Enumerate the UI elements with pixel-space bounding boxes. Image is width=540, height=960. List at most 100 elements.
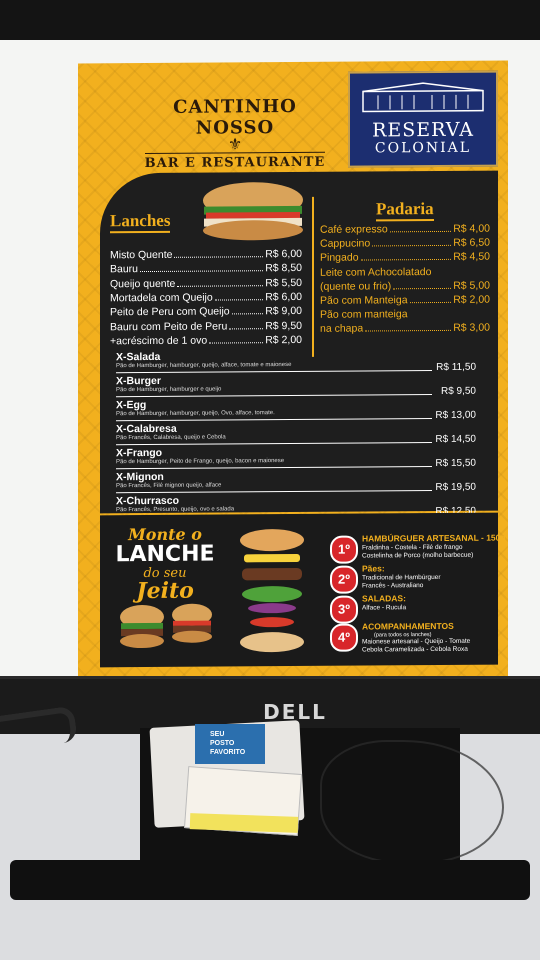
monte-line-2: LANCHE bbox=[115, 541, 215, 568]
x-item-price: R$ 13,00 bbox=[435, 409, 476, 422]
item-price: R$ 2,00 bbox=[265, 333, 302, 346]
leader-dots bbox=[229, 319, 264, 329]
lanche-row: Bauru R$ 8,50 bbox=[110, 262, 302, 275]
x-item-price: R$ 19,50 bbox=[435, 481, 476, 494]
burgers-image bbox=[120, 603, 212, 649]
item-price: R$ 6,50 bbox=[453, 236, 490, 250]
monte-lanche-heading: Monte o LANCHE do seu Jeito bbox=[110, 525, 220, 604]
lanche-row: Misto Quente R$ 6,00 bbox=[110, 248, 302, 261]
item-price: R$ 3,00 bbox=[453, 322, 490, 335]
item-name: Cappucino bbox=[320, 237, 371, 250]
step-number-badge: 1º bbox=[330, 535, 358, 564]
step-desc-1: Alface - Rucula bbox=[362, 604, 407, 612]
lanche-row: Queijo quente R$ 5,50 bbox=[110, 277, 302, 290]
item-price: R$ 5,00 bbox=[453, 279, 490, 292]
padaria-row: Pão com manteiga bbox=[320, 308, 490, 321]
leader-dots bbox=[360, 251, 452, 261]
x-item-desc: Pão de Hamburger, Peito de Frango, queij… bbox=[116, 458, 285, 466]
item-name: Leite com Achocolatado bbox=[320, 265, 432, 279]
x-item-price: R$ 14,50 bbox=[435, 433, 476, 446]
item-name: Mortadela com Queijo bbox=[110, 291, 213, 305]
x-item-desc: Pão Francês, Presunto, queijo, ovo e sal… bbox=[116, 506, 235, 514]
x-item-desc: Pão de Hamburger, hamburger, queijo, alf… bbox=[116, 362, 292, 370]
leader-dots bbox=[140, 262, 264, 273]
leader-dots bbox=[209, 334, 264, 344]
padaria-row: na chapa R$ 3,00 bbox=[320, 322, 490, 335]
item-price: R$ 2,00 bbox=[453, 293, 490, 306]
x-item-row: X-Salada Pão de Hamburger, hamburger, que… bbox=[116, 349, 476, 376]
leader-dots bbox=[393, 279, 452, 290]
item-price: R$ 4,00 bbox=[453, 222, 490, 235]
item-price: R$ 9,50 bbox=[265, 319, 302, 332]
x-item-row: X-Calabresa Pão Francês, Calabresa, queij… bbox=[116, 421, 476, 448]
step-title: Pães: bbox=[362, 563, 385, 574]
x-item-row: X-Frango Pão de Hamburger, Peito de Frang… bbox=[116, 445, 476, 472]
item-price: R$ 5,50 bbox=[265, 276, 302, 289]
item-name: Pingado bbox=[320, 251, 359, 265]
step-title: ACOMPANHAMENTOS bbox=[362, 620, 454, 632]
step-desc-1: Tradicional de Hambúrguer bbox=[362, 573, 441, 582]
item-name: Bauru com Peito de Peru bbox=[110, 319, 228, 333]
item-price: R$ 4,50 bbox=[453, 251, 490, 264]
lanche-row: +acréscimo de 1 ovo R$ 2,00 bbox=[110, 334, 302, 347]
item-name: na chapa bbox=[320, 322, 364, 336]
x-item-row: X-Burger Pão de Hamburger, hamburger e qu… bbox=[116, 373, 476, 400]
x-item-row: X-Mignon Pão Francês, Filé mignon queijo,… bbox=[116, 469, 476, 496]
x-item-price: R$ 11,50 bbox=[436, 361, 476, 374]
padaria-row: Café expresso R$ 4,00 bbox=[320, 223, 490, 236]
item-name: Queijo quente bbox=[110, 277, 176, 290]
step-title: SALADAS: bbox=[362, 593, 406, 604]
monitor-top-bezel bbox=[0, 0, 540, 40]
brand-subtitle: BAR E RESTAURANTE bbox=[144, 151, 326, 172]
padaria-row: Cappucino R$ 6,50 bbox=[320, 237, 490, 250]
x-item-row: X-Egg Pão de Hamburger, hamburger, queijo… bbox=[116, 397, 476, 424]
monitor-stand-base bbox=[10, 860, 530, 900]
leader-dots bbox=[372, 237, 452, 247]
item-name: Pão com manteiga bbox=[320, 308, 408, 321]
item-name: Misto Quente bbox=[110, 248, 173, 262]
box-label: SEU POSTO FAVORITO bbox=[210, 730, 270, 757]
leader-dots bbox=[231, 305, 264, 315]
padaria-row: Pingado R$ 4,50 bbox=[320, 251, 490, 264]
step-number-badge: 4º bbox=[330, 623, 358, 652]
brand-title: CANTINHO NOSSO bbox=[173, 95, 297, 139]
photo-scene: CANTINHO NOSSO ⚜ BAR E RESTAURANTE RESER… bbox=[0, 0, 540, 960]
leader-dots bbox=[409, 293, 452, 304]
leader-dots bbox=[177, 276, 264, 287]
lanche-row: Bauru com Peito de Peru R$ 9,50 bbox=[110, 319, 302, 332]
step-desc-2: Francês - Australiano bbox=[362, 582, 424, 590]
logo-line-colonial: COLONIAL bbox=[374, 139, 472, 157]
item-price: R$ 6,00 bbox=[265, 247, 302, 261]
item-price: R$ 9,00 bbox=[265, 305, 302, 318]
step-desc-2: Cebola Caramelizada - Cebola Roxa bbox=[362, 645, 468, 654]
step-number-badge: 2º bbox=[330, 565, 358, 594]
fleur-de-lis-icon: ⚜ bbox=[227, 136, 243, 154]
padaria-row: Leite com Achocolatado bbox=[320, 265, 490, 279]
building-icon bbox=[362, 82, 484, 113]
x-item-desc: Pão Francês, Filé mignon queijo, alface bbox=[116, 482, 222, 490]
x-item-desc: Pão de Hamburger, hamburger, queijo, Ovo… bbox=[116, 410, 275, 418]
lanche-row: Peito de Peru com Queijo R$ 9,00 bbox=[110, 305, 302, 318]
x-item-desc: Pão Francês, Calabresa, queijo e Cebola bbox=[116, 434, 226, 442]
leader-dots bbox=[174, 248, 264, 258]
leader-dots bbox=[365, 322, 452, 332]
logo-line-reserva: RESERVA bbox=[372, 118, 474, 142]
step-title: HAMBÚRGUER ARTESANAL - 150g bbox=[362, 532, 506, 544]
x-item-desc: Pão de Hamburger, hamburger e queijo bbox=[116, 386, 222, 394]
reserva-colonial-logo: RESERVA COLONIAL bbox=[348, 70, 498, 168]
x-item-price: R$ 9,50 bbox=[440, 385, 476, 397]
leader-dots bbox=[214, 291, 264, 301]
restaurant-brand: CANTINHO NOSSO ⚜ BAR E RESTAURANTE bbox=[135, 95, 335, 172]
column-divider bbox=[312, 196, 314, 357]
lanches-title: Lanches bbox=[110, 210, 171, 234]
menu-poster: CANTINHO NOSSO ⚜ BAR E RESTAURANTE RESER… bbox=[78, 60, 508, 690]
item-name: +acréscimo de 1 ovo bbox=[110, 334, 208, 348]
x-item-price: R$ 15,50 bbox=[435, 457, 476, 470]
item-name: Peito de Peru com Queijo bbox=[110, 305, 230, 319]
item-name: Café expresso bbox=[320, 223, 388, 236]
padaria-title: Padaria bbox=[376, 199, 434, 222]
item-price: R$ 8,50 bbox=[265, 262, 302, 275]
box-label-line-2: POSTO bbox=[210, 740, 235, 747]
item-name: Bauru bbox=[110, 263, 139, 276]
item-price: R$ 6,00 bbox=[265, 290, 302, 304]
